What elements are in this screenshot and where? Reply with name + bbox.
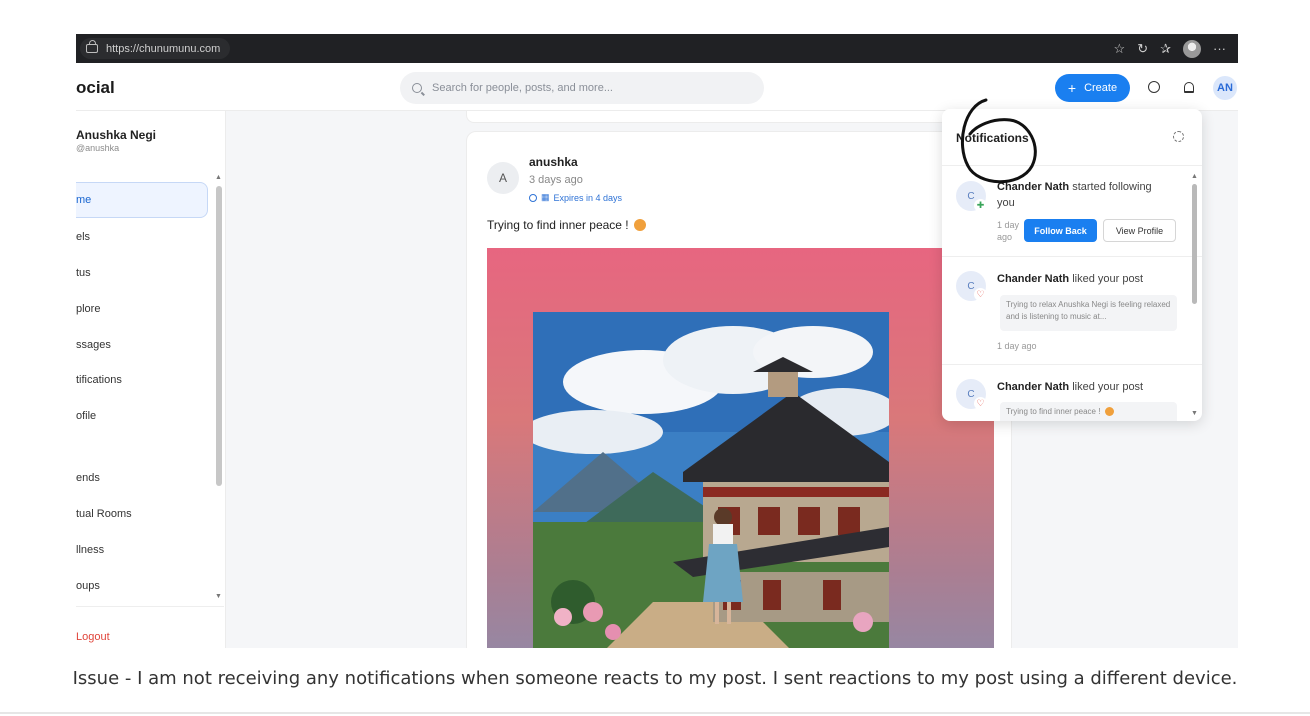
lock-icon: [86, 40, 98, 53]
more-icon[interactable]: ···: [1213, 41, 1226, 56]
sidebar-item-status[interactable]: tus: [76, 255, 208, 291]
address-bar-url: https://chunumunu.com: [106, 42, 221, 55]
scroll-down-arrow-icon[interactable]: ▼: [1191, 410, 1198, 417]
screenshot-stage: https://chunumunu.com ☆ ↻ ✰ ··· ocial Se…: [0, 0, 1310, 716]
emoji-icon: [633, 219, 646, 231]
post-text: Trying to find inner peace !: [487, 218, 646, 232]
post-author-avatar[interactable]: A: [487, 162, 519, 194]
post-expiry: ▦ Expires in 4 days: [529, 192, 622, 203]
sidebar-item-label: ssages: [76, 339, 111, 351]
sidebar-item-label: tus: [76, 267, 91, 279]
refresh-icon[interactable]: ↻: [1137, 41, 1148, 57]
annotation-circle-icon: [960, 98, 1037, 184]
post-text-content: Trying to find inner peace !: [487, 218, 629, 232]
notification-preview-text: Trying to find inner peace !: [1006, 407, 1101, 416]
sidebar-item-label: ends: [76, 472, 100, 484]
view-profile-button[interactable]: View Profile: [1103, 219, 1176, 242]
star-icon[interactable]: ☆: [1114, 41, 1126, 57]
issue-caption: Issue - I am not receiving any notificat…: [72, 668, 1238, 689]
post-card: A anushka 3 days ago ▦ Expires in 4 days…: [466, 131, 1012, 648]
sidebar-item-label: me: [76, 194, 92, 206]
sidebar-item-explore[interactable]: plore: [76, 291, 208, 327]
sidebar-user-handle: @anushka: [76, 143, 120, 153]
notification-time: 1 day ago: [997, 220, 1020, 242]
notifications-button[interactable]: [1179, 77, 1199, 97]
scroll-up-arrow-icon[interactable]: ▲: [1191, 173, 1198, 180]
logout-link[interactable]: Logout: [76, 631, 110, 643]
avatar[interactable]: AN: [1213, 76, 1237, 100]
plus-icon: +: [1067, 80, 1077, 96]
bell-icon: [1184, 81, 1194, 93]
sidebar-item-label: els: [76, 231, 91, 243]
sidebar-item-home[interactable]: me: [76, 182, 208, 218]
notification-post-preview[interactable]: Trying to relax Anushka Negi is feeling …: [1000, 295, 1177, 331]
sidebar-item-label: oups: [76, 580, 100, 592]
search-placeholder: Search for people, posts, and more...: [432, 82, 613, 94]
sidebar-item-friends[interactable]: ends: [76, 460, 208, 496]
sidebar: Anushka Negi @anushka me els tus plore s…: [76, 111, 226, 648]
sidebar-item-label: tifications: [76, 374, 122, 386]
sidebar-scrollbar[interactable]: [216, 186, 222, 486]
heart-icon: ♡: [974, 288, 987, 301]
sidebar-item-profile[interactable]: ofile: [76, 398, 208, 434]
emoji-icon: [1104, 407, 1114, 416]
sidebar-item-groups[interactable]: oups: [76, 568, 208, 604]
create-button-label: Create: [1084, 82, 1118, 94]
notifications-divider: [942, 256, 1202, 257]
post-author-name[interactable]: anushka: [529, 155, 578, 169]
notification-time: 1 day ago: [997, 341, 1037, 351]
notification-text[interactable]: Chander Nath liked your post: [997, 379, 1172, 395]
notification-post-preview[interactable]: Trying to find inner peace !: [1000, 402, 1177, 421]
post-expiry-label: Expires in 4 days: [553, 192, 623, 203]
scroll-up-arrow-icon[interactable]: ▲: [215, 174, 222, 181]
browser-toolbar: https://chunumunu.com ☆ ↻ ✰ ···: [76, 34, 1238, 63]
calendar-icon: ▦: [541, 192, 550, 202]
sidebar-divider: [76, 606, 224, 607]
post-image-illustration: [533, 312, 889, 648]
address-bar[interactable]: https://chunumunu.com: [80, 38, 231, 59]
create-button[interactable]: + Create: [1055, 74, 1130, 102]
messages-button[interactable]: [1144, 77, 1164, 97]
notifications-divider: [942, 364, 1202, 365]
notification-action: liked your post: [1072, 381, 1144, 393]
favorites-icon[interactable]: ✰: [1160, 41, 1171, 57]
app-window: ocial Search for people, posts, and more…: [76, 63, 1238, 648]
sidebar-item-label: llness: [76, 544, 105, 556]
profile-icon[interactable]: [1183, 39, 1201, 58]
follow-back-button[interactable]: Follow Back: [1024, 219, 1097, 242]
chat-icon: [1148, 81, 1160, 93]
notification-actor[interactable]: Chander Nath: [997, 381, 1069, 393]
sidebar-item-label: tual Rooms: [76, 508, 132, 520]
gear-icon[interactable]: [1173, 131, 1184, 142]
post-timestamp: 3 days ago: [529, 174, 583, 186]
brand-logo[interactable]: ocial: [76, 78, 115, 98]
notification-text[interactable]: Chander Nath liked your post: [997, 271, 1172, 287]
search-icon: [412, 83, 422, 93]
notification-action: liked your post: [1072, 273, 1144, 285]
sidebar-user-name[interactable]: Anushka Negi: [76, 128, 156, 142]
sidebar-item-label: ofile: [76, 410, 97, 422]
app-header: ocial Search for people, posts, and more…: [76, 63, 1238, 111]
heart-icon: ♡: [974, 397, 987, 410]
notifications-scrollbar[interactable]: [1192, 184, 1197, 304]
clock-icon: [529, 193, 537, 202]
sidebar-item-notifications[interactable]: tifications: [76, 362, 208, 398]
browser-actions: ☆ ↻ ✰ ···: [1114, 39, 1238, 58]
search-input[interactable]: Search for people, posts, and more...: [400, 72, 764, 104]
sidebar-item-label: plore: [76, 303, 101, 315]
bottom-divider: [0, 712, 1310, 714]
sidebar-item-reels[interactable]: els: [76, 219, 208, 255]
notification-actor[interactable]: Chander Nath: [997, 273, 1069, 285]
scroll-down-arrow-icon[interactable]: ▼: [215, 593, 222, 600]
sidebar-item-wellness[interactable]: llness: [76, 532, 208, 568]
previous-post-card: [466, 111, 1012, 123]
post-image[interactable]: [487, 248, 994, 648]
sidebar-item-virtual-rooms[interactable]: tual Rooms: [76, 496, 208, 532]
sidebar-item-messages[interactable]: ssages: [76, 327, 208, 363]
follow-badge-icon: ✚: [974, 199, 987, 212]
